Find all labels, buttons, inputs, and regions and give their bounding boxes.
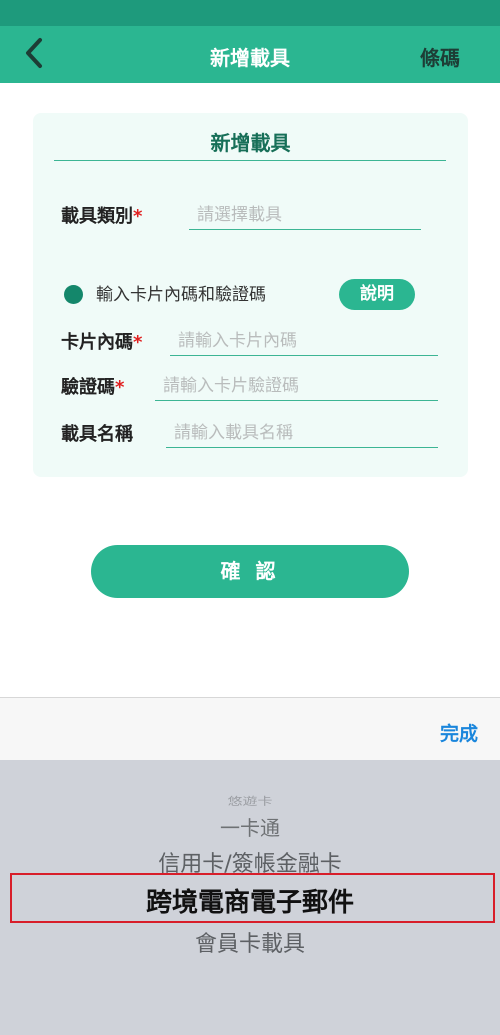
card-code-label: 卡片內碼* bbox=[61, 332, 143, 353]
done-button[interactable]: 完成 bbox=[440, 719, 478, 746]
required-mark: * bbox=[133, 206, 143, 227]
required-mark: * bbox=[115, 377, 125, 398]
picker-option[interactable]: 悠遊卡 bbox=[0, 793, 500, 808]
picker-option[interactable]: 會員卡載具 bbox=[0, 926, 500, 958]
card-code-field[interactable] bbox=[170, 328, 438, 356]
carrier-name-label: 載具名稱 bbox=[61, 424, 133, 445]
carrier-name-input[interactable] bbox=[166, 420, 438, 446]
selection-highlight-box bbox=[10, 873, 495, 923]
verify-code-input[interactable] bbox=[155, 373, 438, 399]
carrier-name-field[interactable] bbox=[166, 420, 438, 448]
verify-code-label: 驗證碼* bbox=[61, 377, 125, 398]
radio-option-label[interactable]: 輸入卡片內碼和驗證碼 bbox=[96, 280, 266, 305]
card-code-input[interactable] bbox=[170, 328, 438, 354]
carrier-type-picker[interactable]: 悠遊卡 一卡通 信用卡/簽帳金融卡 跨境電商電子郵件 會員卡載具 bbox=[0, 760, 500, 1035]
barcode-button[interactable]: 條碼 bbox=[420, 42, 460, 71]
carrier-type-label: 載具類別* bbox=[61, 206, 143, 227]
title-divider bbox=[54, 160, 446, 161]
explain-button[interactable]: 說明 bbox=[339, 279, 415, 310]
verify-code-field[interactable] bbox=[155, 373, 438, 401]
card-title: 新增載具 bbox=[210, 131, 291, 155]
navigation-bar: 新增載具 條碼 bbox=[0, 26, 500, 83]
picker-toolbar: 完成 bbox=[0, 697, 500, 760]
confirm-button[interactable]: 確 認 bbox=[91, 545, 409, 598]
picker-option[interactable]: 一卡通 bbox=[0, 812, 500, 841]
add-carrier-card: 新增載具 載具類別* 輸入卡片內碼和驗證碼 說明 卡片內碼* 驗證碼* 載具名稱 bbox=[33, 113, 468, 477]
status-bar bbox=[0, 0, 500, 26]
carrier-type-select[interactable] bbox=[189, 202, 421, 230]
required-mark: * bbox=[133, 332, 143, 353]
radio-selected-icon[interactable] bbox=[64, 285, 83, 304]
carrier-type-input[interactable] bbox=[189, 202, 421, 228]
